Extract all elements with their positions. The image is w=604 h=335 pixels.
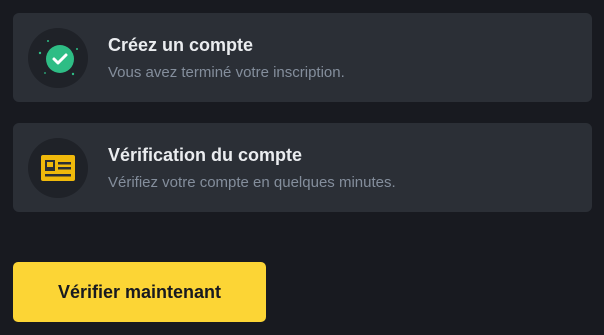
verify-now-button[interactable]: Vérifier maintenant — [13, 262, 266, 322]
check-circle-icon — [28, 28, 88, 88]
step-title: Créez un compte — [108, 35, 254, 55]
step-card-account-verification: Vérification du compte Vérifiez votre co… — [13, 123, 592, 212]
id-card-icon — [28, 138, 88, 198]
step-title: Vérification du compte — [108, 145, 303, 165]
step-card-create-account: Créez un compte Vous avez terminé votre … — [13, 13, 592, 102]
step-description: Vous avez terminé votre inscription. — [108, 64, 345, 81]
step-description: Vérifiez votre compte en quelques minute… — [108, 174, 396, 191]
